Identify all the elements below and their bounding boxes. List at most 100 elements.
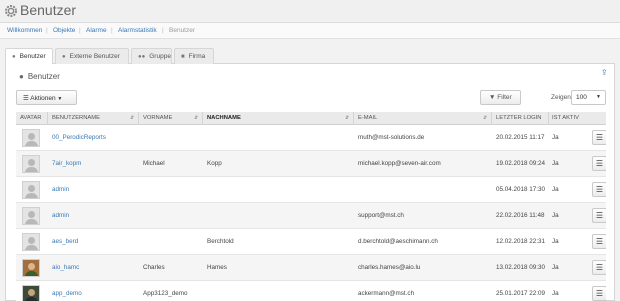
breadcrumb-separator: | [162, 27, 164, 34]
email-cell: support@mst.ch [358, 212, 404, 219]
page-size-value: 100 [576, 94, 587, 101]
table-header: AVATAR BENUTZERNAME ⇵ VORNAME ⇵ NACHNAME… [16, 112, 606, 125]
menu-icon: ☰ [23, 95, 29, 102]
column-header-email[interactable]: E-MAIL [358, 115, 377, 121]
username-link[interactable]: app_demo [52, 290, 82, 297]
column-header-last-login[interactable]: LETZTER LOGIN [496, 115, 541, 121]
actions-label: Aktionen [30, 95, 56, 102]
last-login-cell: 20.02.2015 11:17 [496, 134, 545, 141]
tab-label: Firma [188, 53, 206, 60]
panel-title-text: Benutzer [27, 72, 60, 81]
tab-label: Externe Benutzer [69, 53, 120, 60]
page-size-label: Zeigen: [551, 94, 573, 101]
row-menu-button[interactable]: ☰ [592, 234, 606, 249]
filter-icon: ▼ [489, 94, 496, 101]
sort-icon[interactable]: ⇵ [194, 115, 198, 121]
breadcrumb: Willkommen | Objekte | Alarme | Alarmsta… [0, 23, 620, 39]
table-row[interactable]: aio_hamc Charles Hames charles.hames@aio… [16, 255, 606, 281]
last-login-cell: 19.02.2018 09:24 [496, 160, 546, 167]
row-menu-button[interactable]: ☰ [592, 260, 606, 275]
email-cell: muth@mst-solutions.de [358, 134, 425, 141]
breadcrumb-item-alarmstatistik[interactable]: Alarmstatistik [118, 27, 157, 34]
tab-gruppe[interactable]: ●● Gruppe [131, 48, 172, 64]
row-menu-button[interactable]: ☰ [592, 208, 606, 223]
row-menu-button[interactable]: ☰ [592, 156, 606, 171]
sort-icon[interactable]: ⇵ [483, 115, 487, 121]
avatar [22, 181, 40, 199]
email-cell: d.berchtold@aeschimann.ch [358, 238, 438, 245]
tab-label: Benutzer [19, 53, 46, 60]
email-cell: ackermann@mst.ch [358, 290, 415, 297]
lastname-cell: Kopp [207, 160, 222, 167]
avatar [22, 155, 40, 173]
breadcrumb-separator: | [111, 27, 113, 34]
username-link[interactable]: aio_hamc [52, 264, 79, 271]
tab-label: Gruppe [149, 53, 171, 60]
page-size-select[interactable]: 100 ▼ [571, 90, 606, 105]
is-active-cell: Ja [552, 212, 559, 219]
filter-button[interactable]: ▼ Filter [480, 90, 521, 105]
last-login-cell: 13.02.2018 09:30 [496, 264, 546, 271]
column-header-lastname[interactable]: NACHNAME [207, 115, 241, 121]
table-row[interactable]: 7air_kopm Michael Kopp michael.kopp@seve… [16, 151, 606, 177]
tab-externe-benutzer[interactable]: ● Externe Benutzer [55, 48, 129, 64]
group-icon: ●● [138, 54, 146, 60]
caret-down-icon: ▼ [57, 96, 63, 102]
sort-icon[interactable]: ⇵ [345, 115, 349, 121]
table-row[interactable]: aes_berd Berchtold d.berchtold@aeschiman… [16, 229, 606, 255]
filter-label: Filter [497, 94, 512, 101]
table-row[interactable]: app_demo App3123_demo ackermann@mst.ch 2… [16, 281, 606, 301]
gear-icon [5, 5, 17, 17]
user-icon: ● [62, 54, 66, 60]
is-active-cell: Ja [552, 290, 559, 297]
last-login-cell: 05.04.2018 17:30 [496, 186, 546, 193]
user-icon: ● [19, 72, 24, 81]
tab-bar: ● Benutzer ● Externe Benutzer ●● Gruppe ■ Fi… [5, 48, 615, 65]
firstname-cell: App3123_demo [143, 290, 188, 297]
username-link[interactable]: aes_berd [52, 238, 78, 245]
is-active-cell: Ja [552, 264, 559, 271]
username-link[interactable]: 7air_kopm [52, 160, 81, 167]
column-header-avatar: AVATAR [20, 115, 42, 121]
avatar [22, 233, 40, 251]
tab-firma[interactable]: ■ Firma [174, 48, 214, 64]
breadcrumb-item-willkommen[interactable]: Willkommen [7, 27, 42, 34]
app-header: Benutzer [0, 0, 620, 23]
username-link[interactable]: admin [52, 212, 69, 219]
row-menu-button[interactable]: ☰ [592, 130, 606, 145]
column-header-username[interactable]: BENUTZERNAME [52, 115, 100, 121]
page-title: Benutzer [20, 2, 77, 18]
sort-icon[interactable]: ⇵ [130, 115, 134, 121]
column-header-is-active[interactable]: IST AKTIV [552, 115, 579, 121]
last-login-cell: 22.02.2016 11:48 [496, 212, 545, 219]
avatar [22, 129, 40, 147]
breadcrumb-separator: | [79, 27, 81, 34]
is-active-cell: Ja [552, 238, 559, 245]
last-login-cell: 12.02.2018 22:31 [496, 238, 546, 245]
last-login-cell: 25.01.2017 22:09 [496, 290, 546, 297]
email-cell: charles.hames@aio.lu [358, 264, 421, 271]
export-icon[interactable]: ⇪ [601, 68, 608, 77]
is-active-cell: Ja [552, 134, 559, 141]
lastname-cell: Hames [207, 264, 227, 271]
actions-dropdown-button[interactable]: ☰ Aktionen ▼ [16, 90, 77, 105]
table-row[interactable]: 00_PerodicReports muth@mst-solutions.de … [16, 125, 606, 151]
users-panel: ● Benutzer ⇪ ☰ Aktionen ▼ ▼ Filter Zeigen… [5, 64, 615, 301]
firstname-cell: Michael [143, 160, 165, 167]
breadcrumb-item-alarme[interactable]: Alarme [86, 27, 107, 34]
email-cell: michael.kopp@seven-air.com [358, 160, 441, 167]
row-menu-button[interactable]: ☰ [592, 286, 606, 301]
username-link[interactable]: admin [52, 186, 69, 193]
row-menu-button[interactable]: ☰ [592, 182, 606, 197]
caret-down-icon: ▼ [596, 94, 601, 100]
building-icon: ■ [181, 54, 185, 60]
tab-benutzer[interactable]: ● Benutzer [5, 48, 53, 65]
avatar [22, 207, 40, 225]
firstname-cell: Charles [143, 264, 165, 271]
table-row[interactable]: admin 05.04.2018 17:30 Ja ☰ [16, 177, 606, 203]
users-table: AVATAR BENUTZERNAME ⇵ VORNAME ⇵ NACHNAME… [16, 112, 606, 301]
column-header-firstname[interactable]: VORNAME [143, 115, 172, 121]
breadcrumb-item-objekte[interactable]: Objekte [53, 27, 75, 34]
username-link[interactable]: 00_PerodicReports [52, 134, 106, 141]
table-row[interactable]: admin support@mst.ch 22.02.2016 11:48 Ja… [16, 203, 606, 229]
